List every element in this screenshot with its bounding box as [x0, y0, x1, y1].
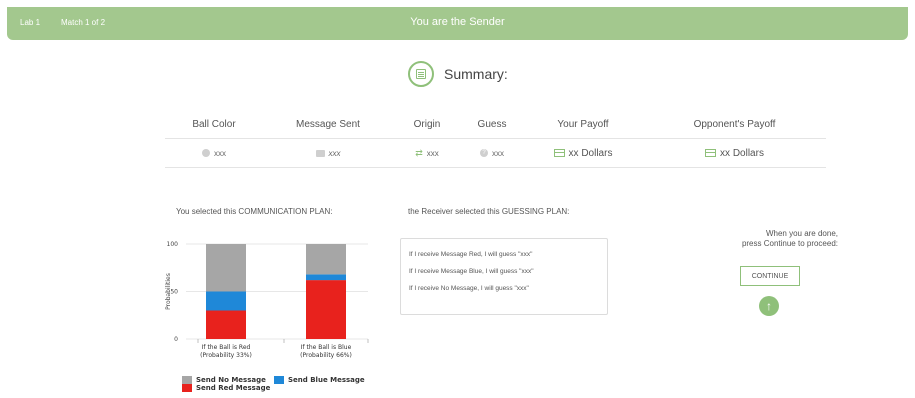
bar-segment — [306, 244, 346, 275]
x-tick-label: (Probability 66%) — [300, 352, 352, 359]
header-guess: Guess — [477, 118, 507, 130]
legend-swatch-red — [182, 384, 192, 392]
header-your-payoff: Your Payoff — [557, 118, 609, 130]
y-axis-label: Probabilities — [165, 273, 172, 310]
legend-swatch-blue — [274, 376, 284, 384]
summary-table: Ball Color Message Sent Origin Guess You… — [165, 110, 826, 168]
top-bar: Lab 1 Match 1 of 2 You are the Sender — [7, 7, 908, 40]
communication-plan-label: You selected this COMMUNICATION PLAN: — [176, 207, 333, 216]
legend-label-red-message: Send Red Message — [196, 384, 271, 392]
summary-header: Summary: — [408, 60, 508, 88]
legend-label-no-message: Send No Message — [196, 376, 266, 384]
guessing-plan-box: If I receive Message Red, I will guess "… — [400, 238, 608, 315]
header-ball-color: Ball Color — [192, 118, 236, 130]
summary-value-row: xxx xxx ⇄ xxx ? xxx xx Dollars xx Dollar… — [165, 139, 826, 168]
x-tick-label: If the Ball is Red — [202, 344, 251, 351]
shuffle-icon: ⇄ — [415, 147, 423, 158]
guess-line-red: If I receive Message Red, I will guess "… — [409, 251, 533, 258]
bar-segment — [206, 291, 246, 311]
ball-color-value: xxx — [214, 148, 226, 158]
value-guess: ? xxx — [461, 149, 523, 158]
value-your-payoff: xx Dollars — [523, 148, 643, 159]
y-tick-label: 100 — [167, 241, 179, 248]
value-opponent-payoff: xx Dollars — [643, 148, 826, 159]
message-sent-value: xxx — [328, 148, 341, 158]
question-icon: ? — [480, 149, 488, 157]
continue-button[interactable]: CONTINUE — [740, 266, 800, 286]
done-line-1: When you are done, — [765, 229, 838, 238]
guess-line-blue: If I receive Message Blue, I will guess … — [409, 268, 534, 275]
opponent-payoff-value: xx Dollars — [720, 147, 764, 159]
communication-plan-chart: 050100ProbabilitiesIf the Ball is Red(Pr… — [165, 241, 369, 359]
card-icon — [705, 149, 717, 157]
value-message-sent: xxx — [263, 149, 393, 158]
x-tick-label: If the Ball is Blue — [301, 344, 352, 351]
header-opponent-payoff: Opponent's Payoff — [693, 118, 776, 130]
bar-segment — [306, 274, 346, 281]
header-origin: Origin — [413, 118, 441, 130]
done-instructions: When you are done, press Continue to pro… — [690, 229, 838, 248]
legend-swatch-gray — [182, 376, 192, 384]
origin-value: xxx — [426, 148, 439, 158]
legend-red-message: Send Red Message — [182, 384, 270, 392]
legend-blue-message: Send Blue Message — [274, 376, 365, 384]
y-tick-label: 0 — [174, 336, 178, 343]
bar-segment — [206, 310, 246, 339]
header-message-sent: Message Sent — [296, 118, 360, 130]
x-tick-label: (Probability 33%) — [200, 352, 252, 359]
bar-segment — [206, 244, 246, 292]
done-line-2: press Continue to proceed: — [741, 238, 838, 248]
guess-value: xxx — [492, 148, 504, 158]
card-icon — [553, 149, 565, 157]
page-title: You are the Sender — [410, 16, 505, 28]
value-origin: ⇄ xxx — [393, 148, 461, 159]
value-ball-color: xxx — [165, 149, 263, 158]
ball-icon — [202, 149, 210, 157]
legend-no-message: Send No Message — [182, 376, 266, 384]
legend-label-blue-message: Send Blue Message — [288, 376, 365, 384]
bar-segment — [306, 280, 346, 339]
summary-title: Summary: — [444, 66, 508, 82]
guess-line-none: If I receive No Message, I will guess "x… — [409, 285, 529, 292]
summary-icon — [408, 61, 434, 87]
guessing-plan-label: the Receiver selected this GUESSING PLAN… — [408, 207, 570, 216]
your-payoff-value: xx Dollars — [568, 147, 613, 159]
summary-header-row: Ball Color Message Sent Origin Guess You… — [165, 110, 826, 139]
envelope-icon — [315, 149, 325, 157]
up-arrow-icon[interactable]: ↑ — [759, 296, 779, 316]
